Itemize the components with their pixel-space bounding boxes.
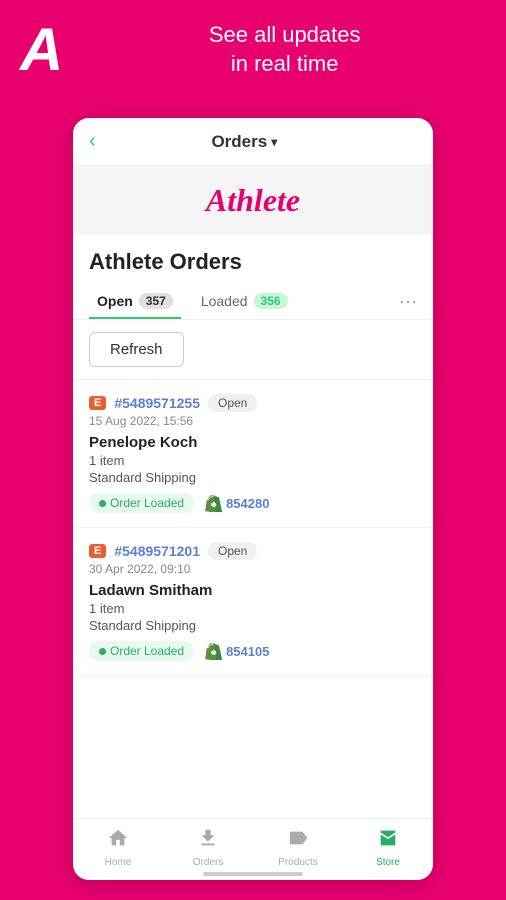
order-shipping: Standard Shipping [89,470,417,485]
products-icon [287,827,309,855]
nav-title: Orders ▾ [211,132,277,152]
order-bottom-row: Order Loaded 854105 [89,641,417,661]
products-nav-label: Products [278,857,317,868]
shopify-order-link[interactable]: 854280 [226,496,269,511]
order-items: 1 item [89,453,417,468]
order-source-badge: E [89,544,106,558]
more-options-button[interactable]: ··· [399,291,417,312]
order-number-link[interactable]: #5489571255 [114,395,200,411]
refresh-area: Refresh [73,320,433,380]
home-indicator [203,872,303,876]
top-header: A See all updatesin real time [0,0,506,90]
store-icon [377,827,399,855]
home-icon [107,827,129,855]
home-nav-label: Home [105,857,132,868]
shopify-badge: 854280 [204,494,269,512]
order-card: E #5489571201 Open 30 Apr 2022, 09:10 La… [73,528,433,676]
order-customer: Penelope Koch [89,434,417,451]
order-card: E #5489571255 Open 15 Aug 2022, 15:56 Pe… [73,380,433,528]
tab-open[interactable]: Open 357 [89,283,181,319]
nav-dropdown-arrow[interactable]: ▾ [271,135,277,149]
page-title-area: Athlete Orders [73,235,433,283]
order-date: 15 Aug 2022, 15:56 [89,414,417,428]
shopify-icon [204,642,222,660]
order-bottom-row: Order Loaded 854280 [89,493,417,513]
loaded-badge: 356 [254,293,288,309]
refresh-button[interactable]: Refresh [89,332,184,367]
order-top-row: E #5489571201 Open [89,542,417,560]
orders-nav-label: Orders [193,857,224,868]
order-source-badge: E [89,396,106,410]
order-customer: Ladawn Smitham [89,582,417,599]
brand-header: Athlete [73,166,433,235]
nav-item-products[interactable]: Products [253,827,343,868]
bottom-nav: Home Orders Products Store [73,818,433,880]
nav-item-store[interactable]: Store [343,827,433,868]
orders-icon [197,827,219,855]
back-button[interactable]: ‹ [89,130,96,153]
app-logo-letter: A [20,20,63,80]
order-loaded-badge: Order Loaded [89,493,194,513]
order-loaded-badge: Order Loaded [89,641,194,661]
order-top-row: E #5489571255 Open [89,394,417,412]
shopify-order-link[interactable]: 854105 [226,644,269,659]
shopify-icon [204,494,222,512]
brand-name: Athlete [89,182,417,219]
store-nav-label: Store [376,857,400,868]
order-number-link[interactable]: #5489571201 [114,543,200,559]
order-status-badge: Open [208,394,257,412]
order-shipping: Standard Shipping [89,618,417,633]
page-title: Athlete Orders [89,249,417,275]
open-badge: 357 [139,293,173,309]
loaded-dot [99,648,106,655]
nav-item-orders[interactable]: Orders [163,827,253,868]
order-date: 30 Apr 2022, 09:10 [89,562,417,576]
app-tagline: See all updatesin real time [83,21,486,78]
order-status-badge: Open [208,542,257,560]
phone-frame: ‹ Orders ▾ Athlete Athlete Orders Open 3… [73,118,433,880]
nav-bar: ‹ Orders ▾ [73,118,433,166]
orders-list: E #5489571255 Open 15 Aug 2022, 15:56 Pe… [73,380,433,780]
shopify-badge: 854105 [204,642,269,660]
tab-loaded[interactable]: Loaded 356 [193,283,296,319]
nav-item-home[interactable]: Home [73,827,163,868]
loaded-dot [99,500,106,507]
tabs-area: Open 357 Loaded 356 ··· [73,283,433,320]
order-items: 1 item [89,601,417,616]
